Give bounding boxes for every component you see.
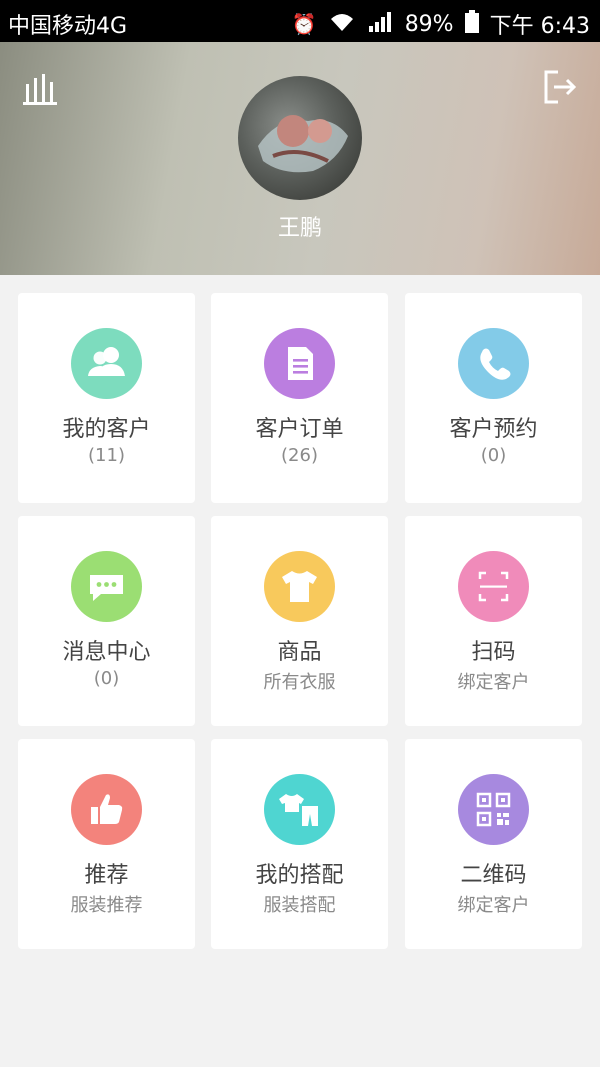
battery-icon [464,10,480,38]
alarm-icon: ⏰ [291,12,317,36]
avatar-photo [258,115,348,173]
menu-card-count: (0) [93,668,120,689]
status-icons: ⏰ 89% 下午 6:43 [292,8,590,40]
menu-card-my-outfits[interactable]: 我的搭配 服装搭配 [211,739,388,949]
message-bubble-icon [90,575,123,601]
avatar[interactable] [238,76,362,200]
menu-icon-circle [71,774,142,845]
logout-button[interactable] [540,68,580,106]
menu-card-customer-orders[interactable]: 客户订单 (26) [211,293,388,503]
wifi-icon [327,11,357,37]
username: 王鹏 [277,216,322,241]
order-document-icon [288,347,313,380]
menu-card-title: 客户订单 [255,417,344,442]
menu-card-products[interactable]: 商品 所有衣服 [211,516,388,726]
menu-card-title: 我的客户 [62,417,151,442]
menu-card-title: 商品 [277,640,322,665]
outfit-icon [279,794,318,826]
menu-card-qr-code[interactable]: 二维码 绑定客户 [405,739,582,949]
menu-card-title: 客户预约 [449,417,538,442]
menu-icon-circle [458,551,529,622]
menu-card-subtitle: 服装推荐 [70,895,143,916]
menu-card-title: 二维码 [460,863,527,888]
menu-icon-circle [264,551,335,622]
menu-card-title: 消息中心 [62,640,151,665]
profile-header: 王鹏 [0,42,600,275]
tshirt-icon [282,571,317,602]
thumbs-up-icon [91,794,123,824]
phone-icon [480,348,511,380]
menu-card-title: 推荐 [84,863,129,888]
menu-card-scan[interactable]: 扫码 绑定客户 [405,516,582,726]
menu-card-subtitle: 绑定客户 [457,895,530,916]
status-bar: 中国移动4G ⏰ 89% 下午 6:43 [0,0,600,42]
carrier-label: 中国移动4G [8,14,128,39]
menu-card-subtitle: 所有衣服 [263,672,336,693]
qr-code-icon [476,792,511,827]
menu-icon-circle [71,328,142,399]
menu-card-count: (11) [88,445,125,466]
menu-card-my-customers[interactable]: 我的客户 (11) [18,293,195,503]
scan-icon [478,571,509,602]
bar-chart-icon [23,74,57,105]
statistics-button[interactable] [20,70,60,106]
menu-card-recommend[interactable]: 推荐 服装推荐 [18,739,195,949]
logout-icon [544,70,577,104]
menu-card-title: 扫码 [471,640,516,665]
menu-icon-circle [264,774,335,845]
menu-card-subtitle: 绑定客户 [457,672,530,693]
menu-icon-circle [264,328,335,399]
menu-icon-circle [458,328,529,399]
menu-card-customer-appointments[interactable]: 客户预约 (0) [405,293,582,503]
menu-card-subtitle: 服装搭配 [263,895,336,916]
menu-icon-circle [458,774,529,845]
menu-card-title: 我的搭配 [255,863,344,888]
menu-card-count: (26) [281,445,318,466]
battery-percent: 89% [404,11,454,37]
menu-icon-circle [71,551,142,622]
menu-card-message-center[interactable]: 消息中心 (0) [18,516,195,726]
signal-icon [367,11,395,37]
clock: 下午 6:43 [489,14,590,39]
menu-card-count: (0) [480,445,507,466]
customers-icon [88,347,125,376]
